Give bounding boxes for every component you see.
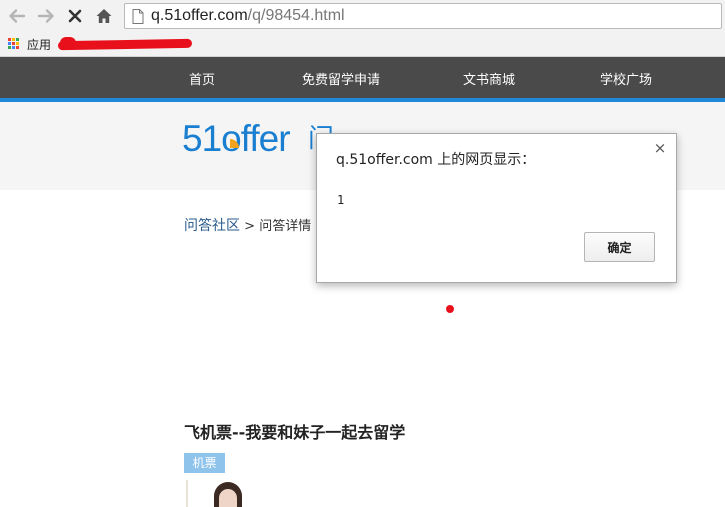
address-bar[interactable]: q.51offer.com/q/98454.html [124, 3, 722, 29]
breadcrumb-separator: > [244, 219, 256, 234]
page-icon [132, 9, 144, 24]
close-icon[interactable]: × [653, 141, 667, 156]
home-button[interactable] [92, 4, 116, 28]
question-title: 飞机票--我要和妹子一起去留学 [184, 423, 406, 442]
nav-item-home[interactable]: 首页 [189, 69, 215, 88]
url-text[interactable]: q.51offer.com/q/98454.html [151, 7, 345, 25]
site-logo[interactable]: 51offer [182, 120, 291, 157]
alert-dialog: q.51offer.com 上的网页显示： × 1 确定 [316, 133, 677, 283]
redaction-mark [57, 38, 193, 51]
home-icon [96, 9, 112, 23]
bookmarks-bar: 应用 [0, 32, 725, 57]
avatar[interactable] [186, 480, 250, 507]
dialog-message: 1 [337, 193, 345, 207]
back-button[interactable] [5, 4, 29, 28]
arrow-left-icon [9, 9, 26, 23]
breadcrumb: 问答社区 > 问答详情 [184, 215, 311, 235]
loading-indicator [446, 305, 454, 313]
nav-item-essay-store[interactable]: 文书商城 [463, 69, 515, 88]
ok-button[interactable]: 确定 [584, 232, 655, 262]
dialog-title: q.51offer.com 上的网页显示： [336, 152, 536, 168]
close-icon [68, 9, 82, 23]
site-nav-bar: 首页 免费留学申请 文书商城 学校广场 [0, 57, 725, 98]
url-path: /q/98454.html [247, 7, 345, 24]
apps-bookmark-label[interactable]: 应用 [27, 36, 51, 53]
nav-item-free-application[interactable]: 免费留学申请 [302, 69, 380, 88]
browser-toolbar: q.51offer.com/q/98454.html [0, 0, 725, 32]
forward-button[interactable] [34, 4, 58, 28]
arrow-right-icon [37, 9, 54, 23]
apps-grid-icon[interactable] [8, 38, 20, 50]
question-tag[interactable]: 机票 [184, 453, 225, 473]
breadcrumb-current: 问答详情 [259, 219, 312, 234]
url-host: q.51offer.com [151, 7, 248, 24]
stop-button[interactable] [63, 4, 87, 28]
nav-item-school-plaza[interactable]: 学校广场 [600, 69, 652, 88]
breadcrumb-community-link[interactable]: 问答社区 [184, 218, 240, 234]
